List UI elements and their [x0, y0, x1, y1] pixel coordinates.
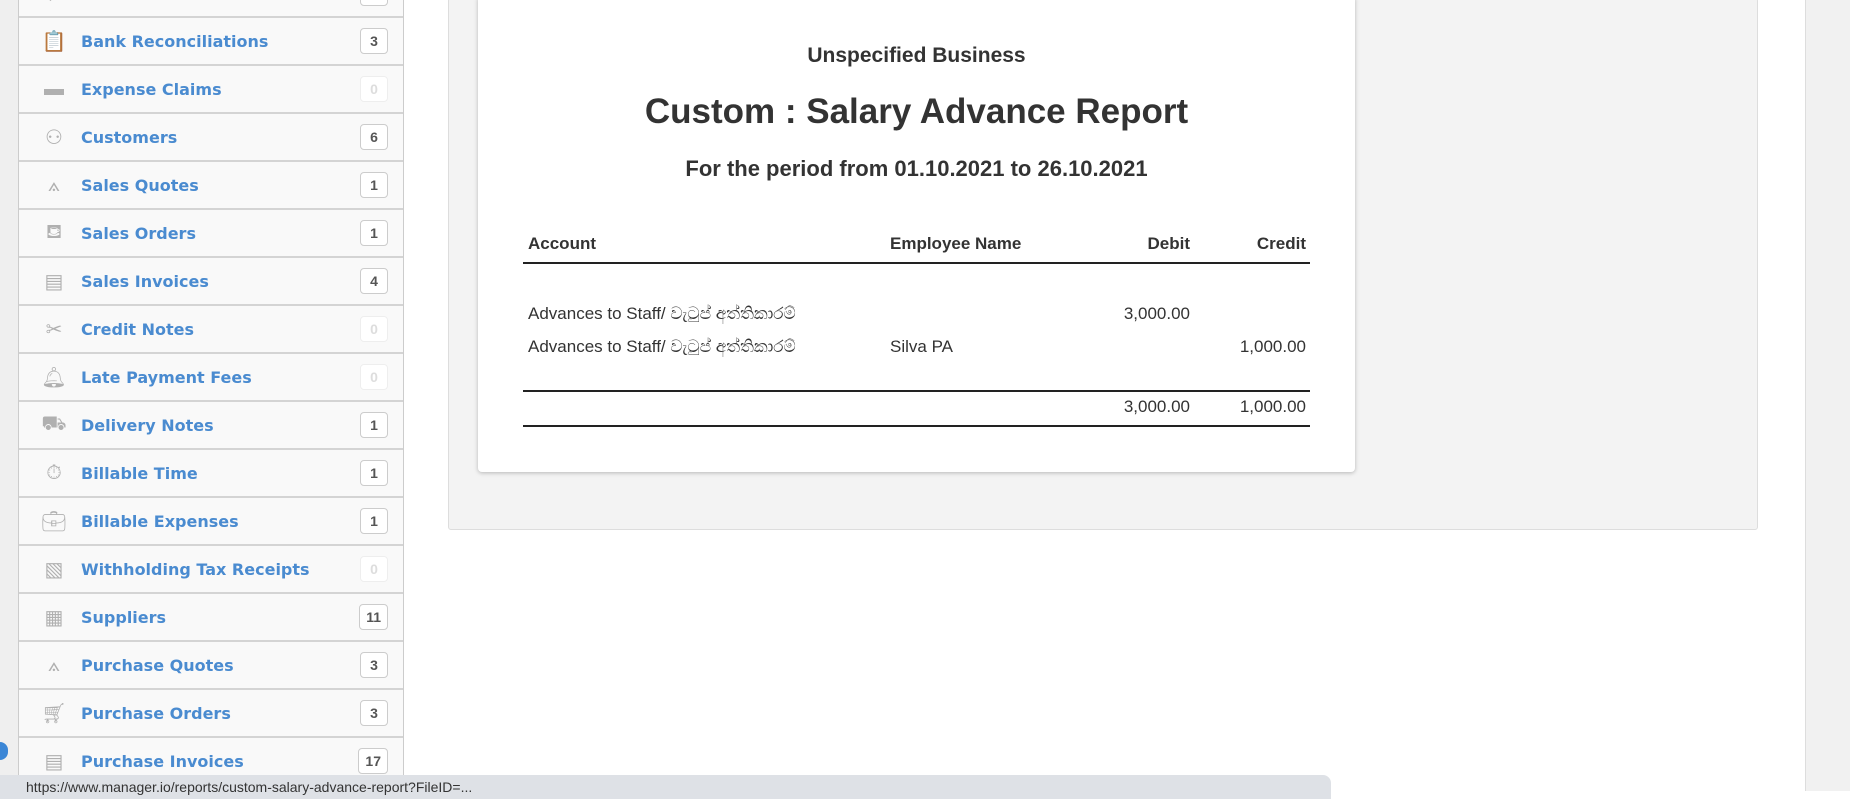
invoice-icon: ▤ [44, 270, 64, 293]
vertical-scrollbar[interactable] [1805, 0, 1850, 791]
business-name: Unspecified Business [807, 44, 1026, 67]
basket-icon: ⛾ [45, 220, 63, 243]
count-badge: 11 [359, 604, 388, 630]
left-edge [0, 0, 18, 791]
total-credit: 1,000.00 [1239, 397, 1306, 416]
sidebar-item-purchase-quotes[interactable]: ⟑ Purchase Quotes 3 [19, 642, 403, 690]
count-badge: 1 [360, 172, 388, 198]
building-icon: ▦ [44, 606, 64, 629]
sidebar-item-label: Bank Reconciliations [81, 31, 269, 51]
col-debit: Debit [1147, 234, 1191, 253]
count-badge: 1 [360, 220, 388, 246]
count-badge: 0 [360, 556, 388, 582]
sidebar-item-label: Expense Claims [81, 79, 222, 99]
count-badge: 3 [360, 28, 388, 54]
report-period: For the period from 01.10.2021 to 26.10.… [685, 156, 1148, 181]
sidebar: ⇄ Inter Account Transfers 2📋 Bank Reconc… [18, 0, 404, 791]
sidebar-item-label: Billable Expenses [81, 511, 239, 531]
count-badge: 1 [360, 508, 388, 534]
sidebar-item-expense-claims[interactable]: ▬ Expense Claims 0 [19, 66, 403, 114]
totals-divider-top [523, 390, 1310, 392]
totals-row: 3,000.00 1,000.00 [523, 397, 1310, 419]
report-card: Unspecified Business Custom : Salary Adv… [478, 0, 1355, 472]
table-row: Advances to Staff/ වැටුප් අත්තිකාරම් Sil… [523, 337, 1310, 359]
account-cell[interactable]: Advances to Staff/ වැටුප් අත්තිකාරම් [528, 337, 796, 357]
customers-icon: ⚇ [45, 126, 63, 149]
count-badge: 3 [360, 700, 388, 726]
sidebar-item-label: Sales Invoices [81, 271, 209, 291]
wallet-icon: ▬ [44, 77, 64, 100]
table-header: Account Employee Name Debit Credit [523, 234, 1310, 256]
sidebar-item-billable-expenses[interactable]: 💼︎ Billable Expenses 1 [19, 498, 403, 546]
sidebar-item-sales-orders[interactable]: ⛾ Sales Orders 1 [19, 210, 403, 258]
sidebar-item-late-payment-fees[interactable]: 🔔︎ Late Payment Fees 0 [19, 354, 403, 402]
count-badge: 4 [360, 268, 388, 294]
count-badge: 1 [360, 412, 388, 438]
sidebar-item-credit-notes[interactable]: ✂ Credit Notes 0 [19, 306, 403, 354]
status-bar-url: https://www.manager.io/reports/custom-sa… [0, 775, 1331, 799]
count-badge: 17 [358, 748, 388, 774]
stopwatch-icon: ⏱︎ [46, 461, 62, 484]
cart-icon: 🛒︎ [41, 702, 67, 725]
sidebar-item-label: Inter Account Transfers [81, 0, 360, 3]
sidebar-item-delivery-notes[interactable]: ⛟ Delivery Notes 1 [19, 402, 403, 450]
totals-divider-bottom [523, 425, 1310, 427]
sidebar-item-label: Sales Orders [81, 223, 196, 243]
sidebar-item-suppliers[interactable]: ▦ Suppliers 11 [19, 594, 403, 642]
count-badge: 2 [360, 0, 388, 6]
report-title: Custom : Salary Advance Report [644, 92, 1189, 131]
sidebar-item-label: Purchase Orders [81, 703, 231, 723]
sidebar-item-label: Purchase Quotes [81, 655, 234, 675]
sidebar-item-label: Billable Time [81, 463, 198, 483]
account-cell[interactable]: Advances to Staff/ වැටුප් අත්තිකාරම් [528, 304, 796, 324]
clipboard-check-icon: 📋 [41, 30, 67, 53]
employee-cell: Silva PA [890, 337, 953, 356]
sidebar-item-withholding-tax-receipts[interactable]: ▧ Withholding Tax Receipts 0 [19, 546, 403, 594]
credit-cell: 1,000.00 [1239, 337, 1306, 356]
transfer-icon: ⇄ [39, 0, 69, 5]
briefcase-icon: 💼︎ [41, 510, 67, 533]
count-badge: 0 [360, 364, 388, 390]
sidebar-item-label: Sales Quotes [81, 175, 199, 195]
count-badge: 1 [360, 460, 388, 486]
sidebar-item-purchase-orders[interactable]: 🛒︎ Purchase Orders 3 [19, 690, 403, 738]
sidebar-item-customers[interactable]: ⚇ Customers 6 [19, 114, 403, 162]
sidebar-item-sales-invoices[interactable]: ▤ Sales Invoices 4 [19, 258, 403, 306]
truck-icon: ⛟ [41, 412, 67, 435]
header-divider [523, 262, 1310, 264]
scissors-icon: ✂ [45, 318, 63, 341]
sidebar-item-billable-time[interactable]: ⏱︎ Billable Time 1 [19, 450, 403, 498]
table-row: Advances to Staff/ වැටුප් අත්තිකාරම් 3,0… [523, 304, 1310, 326]
total-debit: 3,000.00 [1123, 397, 1190, 416]
bell-icon: 🔔︎ [41, 366, 67, 389]
invoice-icon: ▤ [44, 750, 64, 773]
receipt-icon: ▧ [44, 558, 64, 581]
sidebar-item-sales-quotes[interactable]: ⟑ Sales Quotes 1 [19, 162, 403, 210]
sidebar-item-label: Customers [81, 127, 178, 147]
sidebar-item-label: Purchase Invoices [81, 751, 244, 771]
sidebar-item-label: Late Payment Fees [81, 367, 252, 387]
col-employee: Employee Name [890, 234, 1022, 253]
debit-cell: 3,000.00 [1123, 304, 1190, 323]
count-badge: 0 [360, 316, 388, 342]
sidebar-item-label: Withholding Tax Receipts [81, 559, 310, 579]
sidebar-item-bank-reconciliations[interactable]: 📋 Bank Reconciliations 3 [19, 18, 403, 66]
sidebar-item-label: Delivery Notes [81, 415, 214, 435]
sidebar-item-label: Suppliers [81, 607, 167, 627]
compass-icon: ⟑ [47, 653, 61, 676]
count-badge: 0 [360, 76, 388, 102]
count-badge: 6 [360, 124, 388, 150]
col-credit: Credit [1256, 234, 1306, 253]
sidebar-item-inter-account-transfers[interactable]: ⇄ Inter Account Transfers 2 [19, 0, 403, 18]
col-account: Account [528, 234, 596, 253]
count-badge: 3 [360, 652, 388, 678]
sidebar-item-label: Credit Notes [81, 319, 195, 339]
compass-icon: ⟑ [47, 173, 61, 196]
